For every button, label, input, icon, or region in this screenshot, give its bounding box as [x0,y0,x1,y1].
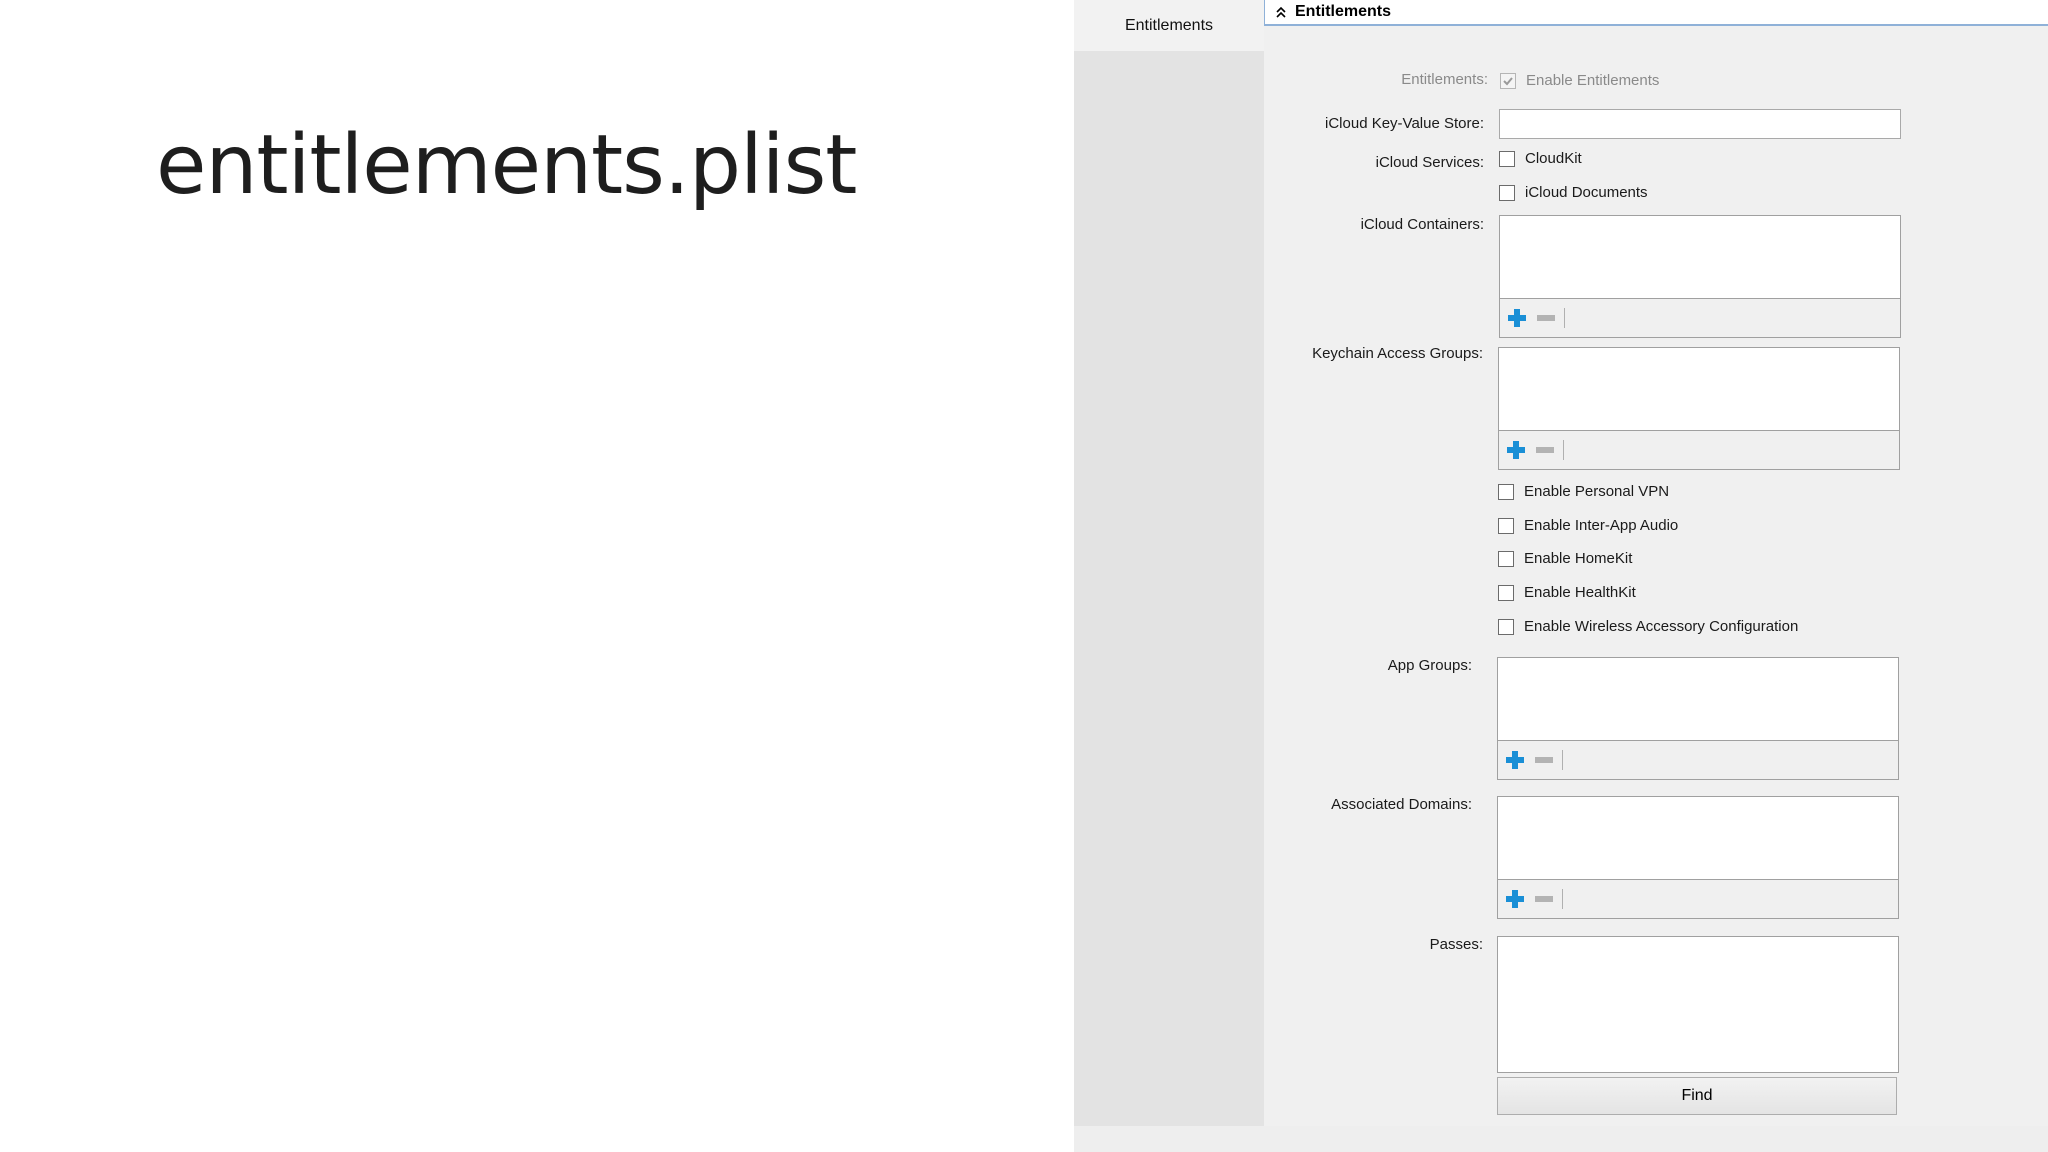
keychain-access-groups-toolbar [1498,430,1900,470]
personal-vpn-checkbox[interactable]: Enable Personal VPN [1498,483,1669,500]
icloud-containers-list[interactable] [1499,215,1901,300]
checkbox-box[interactable] [1499,184,1515,201]
sidebar: Entitlements [1074,0,1264,1126]
section-header[interactable]: Entitlements [1264,0,2048,26]
enable-entitlements-checkbox[interactable]: Enable Entitlements [1500,72,1659,89]
add-container-button[interactable] [1505,306,1529,330]
cloudkit-label: CloudKit [1525,150,1582,167]
toolbar-separator [1562,750,1563,770]
cloudkit-checkbox[interactable]: CloudKit [1499,150,1582,167]
toolbar-separator [1562,889,1563,909]
chevron-up-icon[interactable] [1275,5,1287,19]
icloud-documents-label: iCloud Documents [1525,184,1648,201]
checkmark-icon [1503,76,1513,85]
remove-domain-button[interactable] [1532,887,1556,911]
associated-domains-toolbar [1497,879,1899,919]
add-domain-button[interactable] [1503,887,1527,911]
sidebar-tab-entitlements[interactable]: Entitlements [1074,0,1264,51]
app-groups-label: App Groups: [1387,657,1472,674]
icloud-kv-store-input[interactable] [1499,109,1901,139]
find-button[interactable]: Find [1497,1077,1897,1115]
plus-icon [1506,751,1524,769]
icloud-services-label: iCloud Services: [1375,154,1484,171]
associated-domains-label: Associated Domains: [1331,796,1472,813]
plus-icon [1506,890,1524,908]
minus-icon [1537,315,1555,321]
plus-icon [1507,441,1525,459]
toolbar-separator [1564,308,1565,328]
remove-app-group-button[interactable] [1532,748,1556,772]
entitlements-label: Entitlements: [1401,71,1488,88]
inter-app-audio-checkbox[interactable]: Enable Inter-App Audio [1498,517,1678,534]
checkbox-box[interactable] [1498,550,1514,567]
passes-list[interactable] [1497,936,1899,1073]
checkbox-box[interactable] [1499,150,1515,167]
wireless-accessory-label: Enable Wireless Accessory Configuration [1524,618,1799,635]
keychain-access-groups-label: Keychain Access Groups: [1312,345,1483,362]
personal-vpn-label: Enable Personal VPN [1524,483,1670,500]
bottom-strip [1074,1126,2048,1152]
app-groups-list[interactable] [1497,657,1899,742]
inter-app-audio-label: Enable Inter-App Audio [1524,517,1679,534]
minus-icon [1535,757,1553,763]
associated-domains-list[interactable] [1497,796,1899,881]
checkbox-box[interactable] [1498,618,1514,635]
checkbox-box[interactable] [1498,517,1514,534]
add-keychain-group-button[interactable] [1504,438,1528,462]
healthkit-checkbox[interactable]: Enable HealthKit [1498,584,1636,601]
wireless-accessory-checkbox[interactable]: Enable Wireless Accessory Configuration [1498,618,1798,635]
checkbox-box[interactable] [1498,584,1514,601]
minus-icon [1536,447,1554,453]
keychain-access-groups-list[interactable] [1498,347,1900,432]
toolbar-separator [1563,440,1564,460]
icloud-containers-label: iCloud Containers: [1360,216,1484,233]
minus-icon [1535,896,1553,902]
checkbox-box[interactable] [1500,72,1516,89]
slide-title: entitlements.plist [156,118,857,213]
icloud-documents-checkbox[interactable]: iCloud Documents [1499,184,1648,201]
checkbox-box[interactable] [1498,483,1514,500]
section-title: Entitlements [1295,3,1392,20]
homekit-label: Enable HomeKit [1524,550,1633,567]
remove-container-button[interactable] [1534,306,1558,330]
plus-icon [1508,309,1526,327]
add-app-group-button[interactable] [1503,748,1527,772]
homekit-checkbox[interactable]: Enable HomeKit [1498,550,1632,567]
remove-keychain-group-button[interactable] [1533,438,1557,462]
enable-entitlements-label: Enable Entitlements [1526,72,1660,89]
icloud-containers-toolbar [1499,298,1901,338]
passes-label: Passes: [1429,936,1483,953]
healthkit-label: Enable HealthKit [1524,584,1636,601]
app-groups-toolbar [1497,740,1899,780]
icloud-kv-store-label: iCloud Key-Value Store: [1325,115,1484,132]
